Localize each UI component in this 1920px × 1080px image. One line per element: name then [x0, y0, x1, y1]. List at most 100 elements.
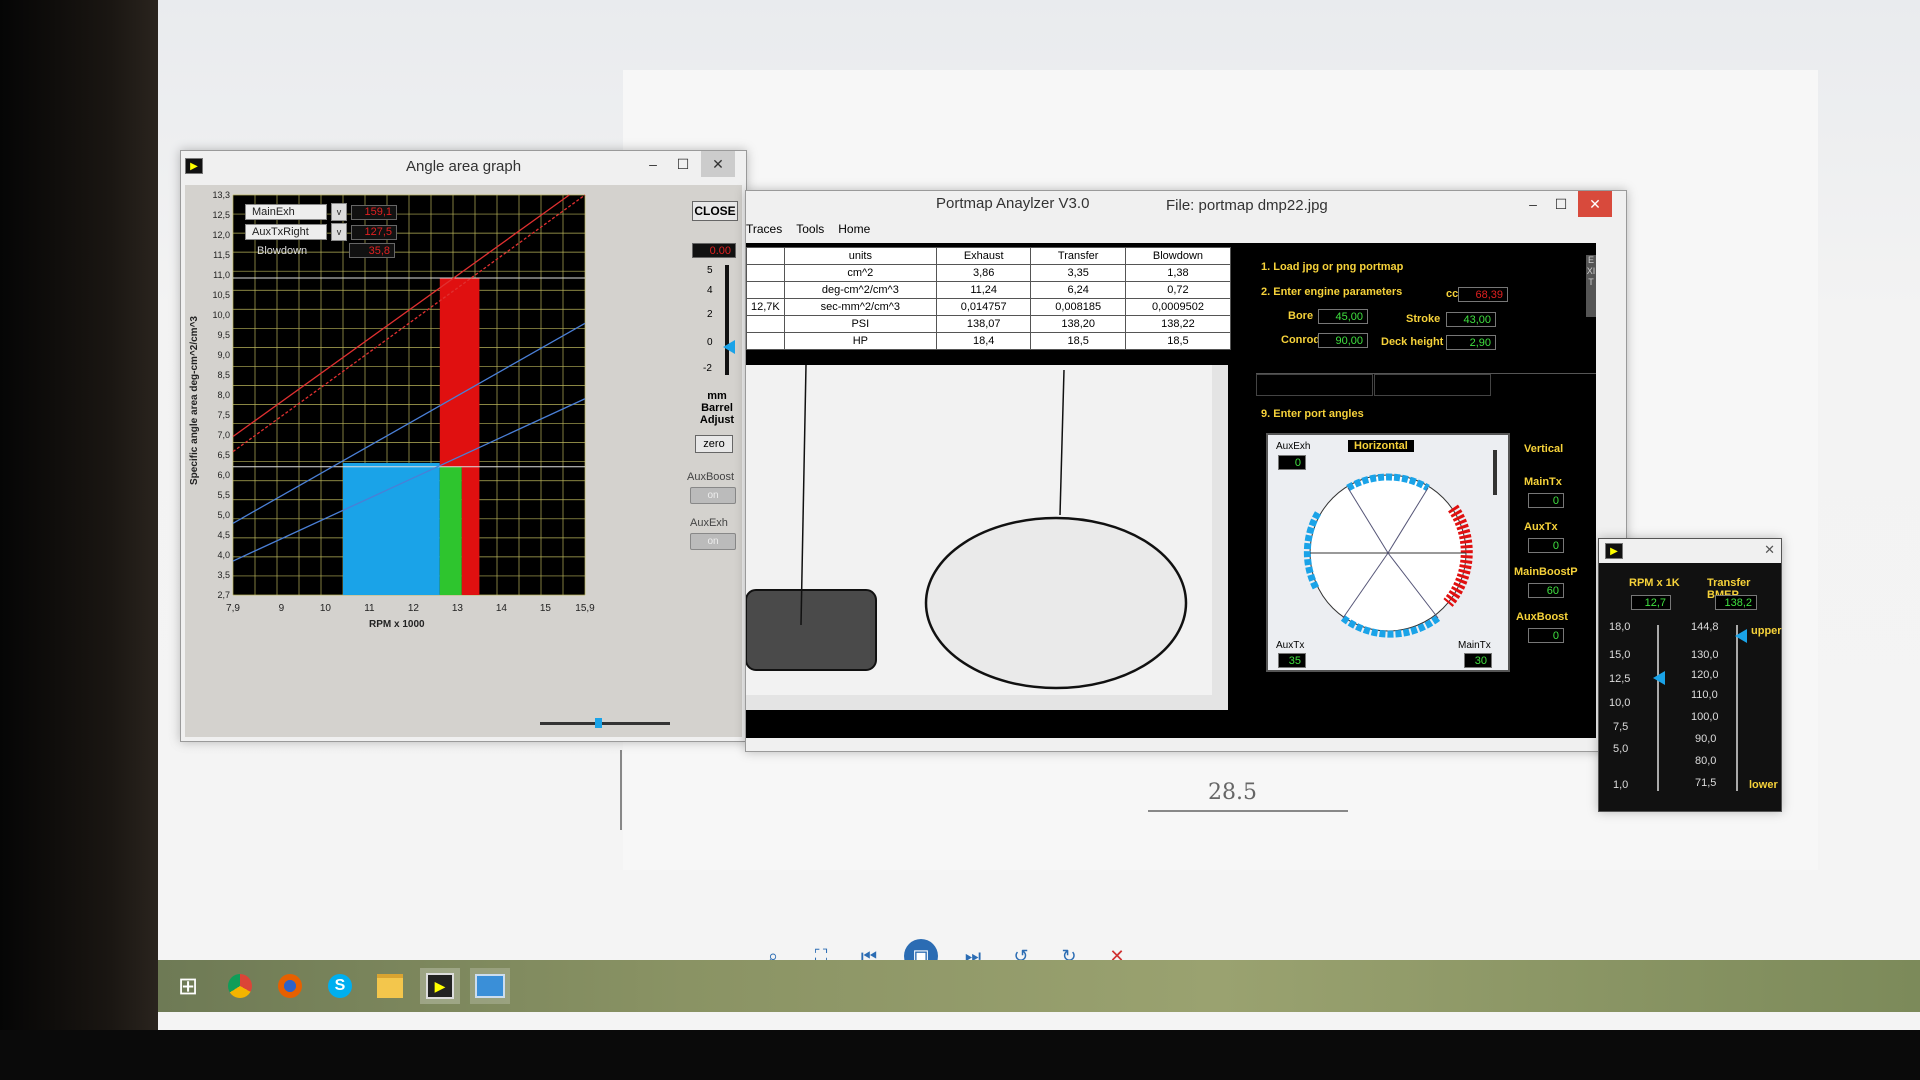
step9-label: 9. Enter port angles: [1261, 408, 1364, 420]
skype-icon-shape: S: [328, 974, 352, 998]
table-cell: PSI: [783, 315, 937, 333]
auxexh-toggle[interactable]: on: [690, 533, 736, 550]
rpm-tick: 12,5: [1609, 673, 1631, 685]
auxtx-input[interactable]: 0: [1528, 538, 1564, 553]
x-tick-label: 15: [540, 603, 552, 614]
close-window-button[interactable]: ✕: [1578, 191, 1612, 217]
table-row: 12,7K sec-mm^2/cm^3 0,014757 0,008185 0,0009…: [746, 298, 1232, 316]
bmep-tick: 71,5: [1695, 777, 1717, 789]
angle-titlebar: ▶ Angle area graph – ☐ ✕: [181, 151, 746, 181]
start-icon[interactable]: ⊞: [168, 968, 208, 1004]
port-ellipse: [924, 516, 1188, 690]
selector-auxtxright[interactable]: AuxTxRight v 127,5: [245, 223, 397, 241]
blowdown-row: Blowdown 35,8: [245, 243, 395, 258]
zero-button[interactable]: zero: [695, 435, 733, 453]
port-dial[interactable]: [1288, 463, 1488, 643]
skype-icon[interactable]: S: [320, 968, 360, 1004]
barrel-slider[interactable]: 5 4 2 0 -2: [703, 265, 737, 385]
table-cell: 0,008185: [1030, 298, 1126, 316]
slider-thumb-icon[interactable]: [723, 340, 735, 354]
labview-taskbar-icon[interactable]: ▶: [420, 968, 460, 1004]
dial-slider[interactable]: [1493, 450, 1497, 495]
dial-auxtx-input[interactable]: 35: [1278, 653, 1306, 668]
auxboost-input[interactable]: 0: [1528, 628, 1564, 643]
stroke-input[interactable]: 43,00: [1446, 312, 1496, 327]
portmap-panel: units Exhaust Transfer Blowdown cm^2 3,86…: [746, 243, 1596, 738]
y-tick-label: 12,0: [212, 230, 230, 240]
close-window-button[interactable]: ✕: [701, 151, 735, 177]
cc-value: 68,39: [1458, 287, 1508, 302]
close-button[interactable]: CLOSE: [692, 201, 738, 221]
exit-button[interactable]: EXIT: [1586, 255, 1596, 317]
minimize-button[interactable]: –: [636, 151, 670, 177]
chrome-icon-shape: [228, 974, 252, 998]
photo-viewer-shape: [475, 974, 505, 998]
chevron-down-icon[interactable]: v: [331, 223, 347, 241]
scroll-thumb-icon[interactable]: [595, 718, 602, 728]
tab[interactable]: [1256, 374, 1373, 396]
x-tick-label: 7,9: [226, 603, 240, 614]
barrel-caption: mm Barrel Adjust: [692, 390, 742, 426]
rpm-thumb-icon[interactable]: [1653, 671, 1665, 685]
table-cell: 0,72: [1124, 281, 1232, 299]
table-row: PSI 138,07 138,20 138,22: [746, 315, 1232, 333]
portmap-file: File: portmap dmp22.jpg: [1166, 197, 1328, 214]
explorer-icon[interactable]: [370, 968, 410, 1004]
table-cell: 3,35: [1030, 264, 1126, 282]
table-cell: 18,4: [935, 332, 1032, 350]
trace-line: [1059, 369, 1065, 516]
menu-tools[interactable]: Tools: [796, 222, 824, 236]
firefox-icon[interactable]: [270, 968, 310, 1004]
y-tick-label: 4,5: [217, 530, 230, 540]
deck-label: Deck height: [1381, 336, 1444, 348]
rpm-slider[interactable]: 18,0 15,0 12,5 10,0 7,5 5,0 1,0: [1609, 621, 1669, 796]
deck-input[interactable]: 2,90: [1446, 335, 1496, 350]
table-cell: 138,20: [1030, 315, 1126, 333]
table-cell: 0,0009502: [1124, 298, 1232, 316]
rpm-titlebar: ▶ ✕: [1599, 539, 1781, 563]
chevron-down-icon[interactable]: v: [331, 203, 347, 221]
bmep-slider[interactable]: 144,8 130,0 120,0 110,0 100,0 90,0 80,0 …: [1691, 621, 1782, 796]
auxtxright-value: 127,5: [351, 224, 397, 240]
lower-label: lower: [1749, 779, 1778, 791]
menu-traces[interactable]: Traces: [746, 222, 782, 236]
firefox-icon-shape: [278, 974, 302, 998]
conrod-input[interactable]: 90,00: [1318, 333, 1368, 348]
selector-auxtxright-label[interactable]: AuxTxRight: [245, 224, 327, 240]
y-tick-label: 10,0: [212, 310, 230, 320]
portmap-image[interactable]: [746, 365, 1228, 710]
barrel-tick: 0: [707, 337, 713, 348]
dial-maintx-input[interactable]: 30: [1464, 653, 1492, 668]
step1-label: 1. Load jpg or png portmap: [1261, 261, 1404, 273]
tab[interactable]: [1374, 374, 1491, 396]
table-cell: HP: [783, 332, 937, 350]
table-col-exhaust: Exhaust: [935, 247, 1032, 265]
bmep-input[interactable]: 138,2: [1715, 595, 1757, 610]
menu-home[interactable]: Home: [838, 222, 870, 236]
chart-bar: [439, 278, 480, 467]
photo-viewer-icon[interactable]: [470, 968, 510, 1004]
selector-mainexh-label[interactable]: MainExh: [245, 204, 327, 220]
rpm-scrollbar[interactable]: [540, 718, 670, 728]
y-axis-label: Specific angle area deg-cm^2/cm^3: [189, 316, 200, 485]
maximize-button[interactable]: ☐: [666, 151, 700, 177]
maximize-button[interactable]: ☐: [1544, 191, 1578, 217]
chrome-icon[interactable]: [220, 968, 260, 1004]
rpm-close-button[interactable]: ✕: [1764, 542, 1775, 558]
bmep-tick: 90,0: [1695, 733, 1717, 745]
rpm-input[interactable]: 12,7: [1631, 595, 1671, 610]
shaded-port: [746, 589, 877, 671]
x-tick-label: 14: [496, 603, 508, 614]
barrel-value[interactable]: 0.00: [692, 243, 736, 258]
bore-input[interactable]: 45,00: [1318, 309, 1368, 324]
table-col-units: units: [783, 247, 937, 265]
selector-mainexh[interactable]: MainExh v 159,1: [245, 203, 397, 221]
mainboost-input[interactable]: 60: [1528, 583, 1564, 598]
slider-track: [725, 265, 729, 375]
maintx-input[interactable]: 0: [1528, 493, 1564, 508]
step2-label: 2. Enter engine parameters: [1261, 286, 1403, 298]
y-tick-label: 4,0: [217, 550, 230, 560]
bmep-tick: 100,0: [1691, 711, 1719, 723]
auxboost-toggle[interactable]: on: [690, 487, 736, 504]
bmep-thumb-icon[interactable]: [1735, 629, 1747, 643]
